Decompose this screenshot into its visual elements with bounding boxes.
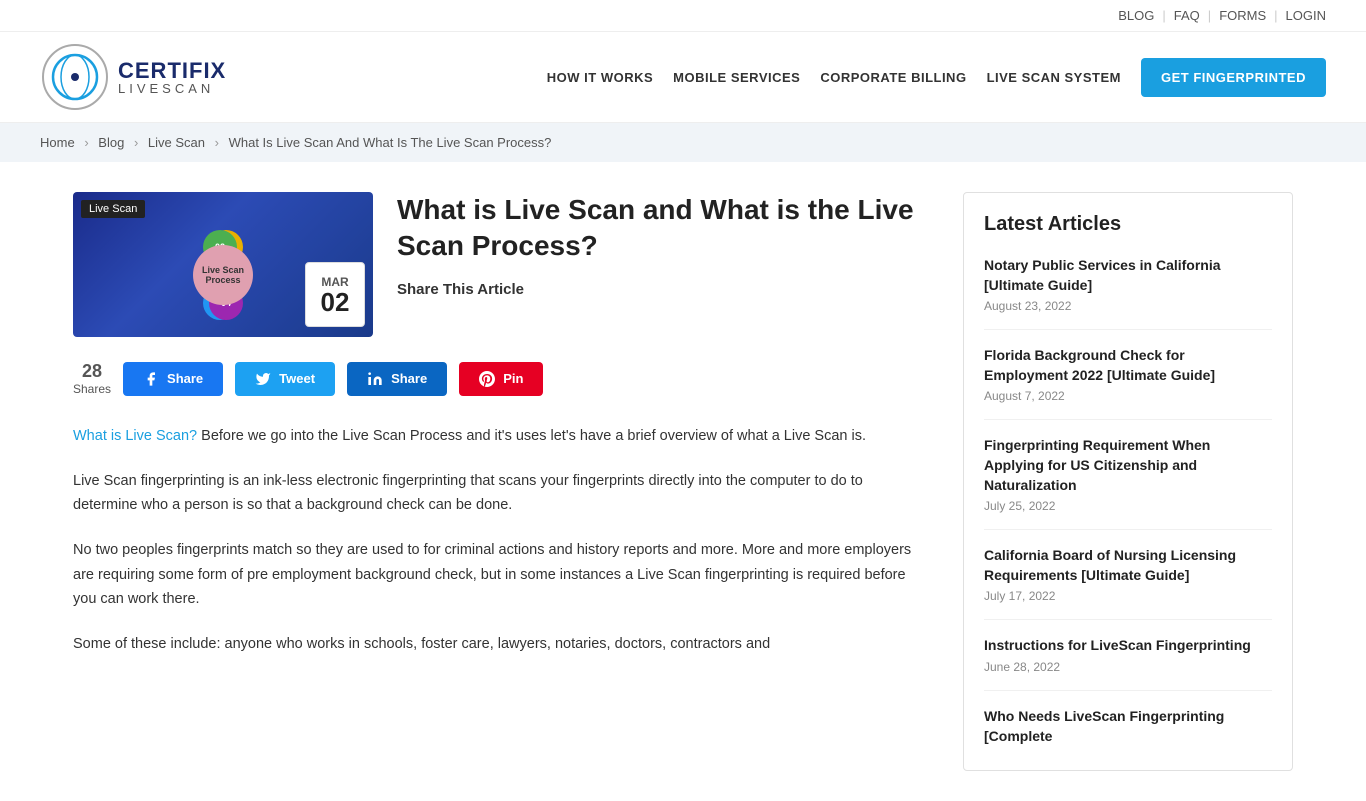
sidebar-article-date: July 25, 2022 xyxy=(984,499,1272,513)
sidebar-article-date: August 7, 2022 xyxy=(984,389,1272,403)
sidebar-article-title[interactable]: California Board of Nursing Licensing Re… xyxy=(984,546,1272,585)
sidebar-article-title[interactable]: Who Needs LiveScan Fingerprinting [Compl… xyxy=(984,707,1272,746)
main-nav: HOW IT WORKS MOBILE SERVICES CORPORATE B… xyxy=(547,58,1326,97)
sidebar-article-title[interactable]: Florida Background Check for Employment … xyxy=(984,346,1272,385)
sidebar-card: Latest Articles Notary Public Services i… xyxy=(963,192,1293,771)
sidebar-article-title[interactable]: Instructions for LiveScan Fingerprinting xyxy=(984,636,1272,656)
logo-icon xyxy=(40,42,110,112)
article-para4: Some of these include: anyone who works … xyxy=(73,632,923,657)
faq-link[interactable]: FAQ xyxy=(1174,8,1200,23)
article-para1: What is Live Scan? Before we go into the… xyxy=(73,424,923,449)
top-bar: BLOG | FAQ | FORMS | LOGIN xyxy=(0,0,1366,32)
article-para1-text: Before we go into the Live Scan Process … xyxy=(197,428,866,444)
logo-text: CERTIFIX LIVESCAN xyxy=(118,60,226,95)
pinterest-pin-label: Pin xyxy=(503,371,523,386)
sidebar-article-title[interactable]: Notary Public Services in California [Ul… xyxy=(984,256,1272,295)
linkedin-share-button[interactable]: Share xyxy=(347,362,447,396)
breadcrumb-sep2: › xyxy=(134,135,138,150)
facebook-share-label: Share xyxy=(167,371,203,386)
sidebar-articles: Notary Public Services in California [Ul… xyxy=(984,256,1272,746)
hero-text: What is Live Scan and What is the Live S… xyxy=(397,192,923,337)
sidebar-article-item: California Board of Nursing Licensing Re… xyxy=(984,546,1272,620)
sidebar-article-date: July 17, 2022 xyxy=(984,589,1272,603)
facebook-icon xyxy=(143,371,159,387)
breadcrumb-current: What Is Live Scan And What Is The Live S… xyxy=(229,135,552,150)
share-number: 28 xyxy=(73,361,111,382)
sidebar-article-item: Instructions for LiveScan Fingerprinting… xyxy=(984,636,1272,691)
twitter-icon xyxy=(255,371,271,387)
site-header: CERTIFIX LIVESCAN HOW IT WORKS MOBILE SE… xyxy=(0,32,1366,123)
sidebar-article-item: Who Needs LiveScan Fingerprinting [Compl… xyxy=(984,707,1272,746)
article-content: Live Scan 01 02 Live ScanProcess 03 04 M… xyxy=(73,192,923,771)
nav-how-it-works[interactable]: HOW IT WORKS xyxy=(547,70,653,85)
sidebar-title: Latest Articles xyxy=(984,213,1272,236)
sidebar-article-date: August 23, 2022 xyxy=(984,299,1272,313)
logo-certifix: CERTIFIX xyxy=(118,60,226,82)
nav-livescan-system[interactable]: LIVE SCAN SYSTEM xyxy=(987,70,1121,85)
sep1: | xyxy=(1162,8,1165,23)
breadcrumb-home[interactable]: Home xyxy=(40,135,75,150)
article-para3: No two peoples fingerprints match so the… xyxy=(73,538,923,612)
breadcrumb-sep3: › xyxy=(215,135,219,150)
linkedin-icon xyxy=(367,371,383,387)
forms-link[interactable]: FORMS xyxy=(1219,8,1266,23)
breadcrumb-livescan[interactable]: Live Scan xyxy=(148,135,205,150)
circle-center: Live ScanProcess xyxy=(193,245,253,305)
what-is-livescan-link[interactable]: What is Live Scan? xyxy=(73,428,197,444)
nav-mobile-services[interactable]: MOBILE SERVICES xyxy=(673,70,800,85)
sep3: | xyxy=(1274,8,1277,23)
sidebar-article-item: Florida Background Check for Employment … xyxy=(984,346,1272,420)
date-badge: MAR 02 xyxy=(305,262,365,327)
logo: CERTIFIX LIVESCAN xyxy=(40,42,226,112)
article-title: What is Live Scan and What is the Live S… xyxy=(397,192,923,265)
hero-wrap: Live Scan 01 02 Live ScanProcess 03 04 M… xyxy=(73,192,923,337)
pinterest-share-button[interactable]: Pin xyxy=(459,362,543,396)
linkedin-share-label: Share xyxy=(391,371,427,386)
sidebar-article-item: Fingerprinting Requirement When Applying… xyxy=(984,436,1272,530)
breadcrumb: Home › Blog › Live Scan › What Is Live S… xyxy=(0,123,1366,162)
blog-link[interactable]: BLOG xyxy=(1118,8,1154,23)
main-layout: Live Scan 01 02 Live ScanProcess 03 04 M… xyxy=(33,162,1333,801)
sidebar-article-date: June 28, 2022 xyxy=(984,660,1272,674)
sidebar: Latest Articles Notary Public Services i… xyxy=(963,192,1293,771)
pinterest-icon xyxy=(479,371,495,387)
nav-corporate-billing[interactable]: CORPORATE BILLING xyxy=(820,70,966,85)
breadcrumb-blog[interactable]: Blog xyxy=(98,135,124,150)
shares-text: Shares xyxy=(73,382,111,396)
twitter-share-button[interactable]: Tweet xyxy=(235,362,335,396)
share-label: Share This Article xyxy=(397,281,923,298)
get-fingerprinted-button[interactable]: GET FINGERPRINTED xyxy=(1141,58,1326,97)
facebook-share-button[interactable]: Share xyxy=(123,362,223,396)
article-body: What is Live Scan? Before we go into the… xyxy=(73,424,923,656)
login-link[interactable]: LOGIN xyxy=(1286,8,1326,23)
share-row: 28 Shares Share Tweet Share Pin xyxy=(73,361,923,396)
logo-livescan: LIVESCAN xyxy=(118,82,226,95)
share-count: 28 Shares xyxy=(73,361,111,396)
hero-image: Live Scan 01 02 Live ScanProcess 03 04 M… xyxy=(73,192,373,337)
sidebar-article-title[interactable]: Fingerprinting Requirement When Applying… xyxy=(984,436,1272,495)
sidebar-article-item: Notary Public Services in California [Ul… xyxy=(984,256,1272,330)
sep2: | xyxy=(1208,8,1211,23)
twitter-tweet-label: Tweet xyxy=(279,371,315,386)
article-para2: Live Scan fingerprinting is an ink-less … xyxy=(73,469,923,518)
breadcrumb-sep1: › xyxy=(84,135,88,150)
date-day: 02 xyxy=(321,289,350,315)
